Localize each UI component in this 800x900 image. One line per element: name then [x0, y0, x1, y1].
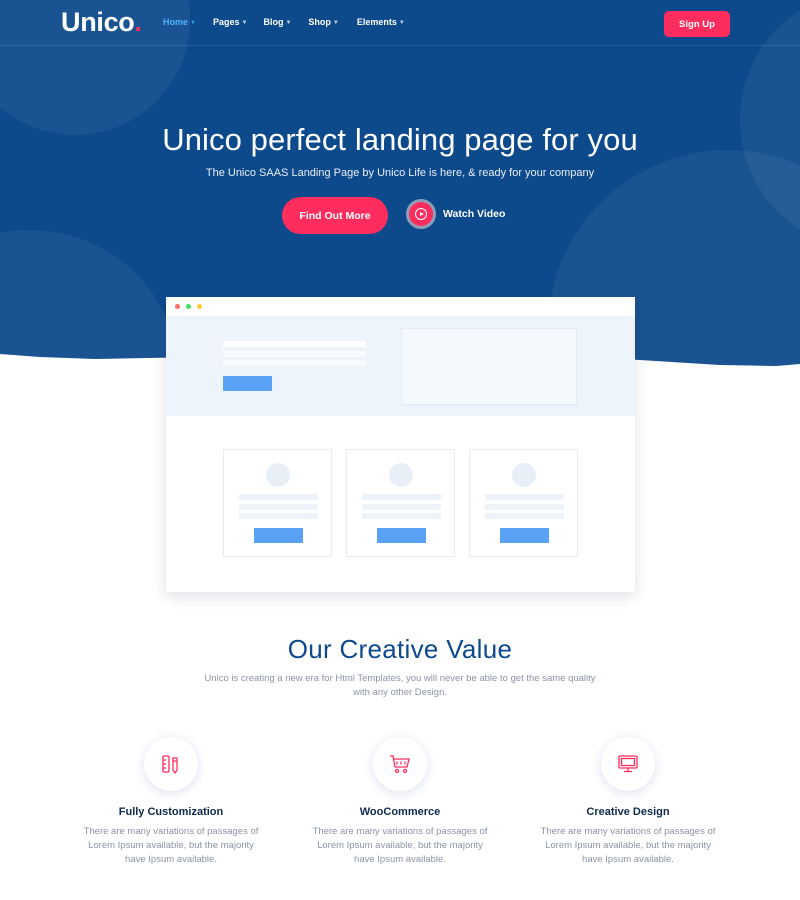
monitor-icon	[601, 737, 655, 791]
nav-item-label: Shop	[308, 17, 331, 27]
play-icon	[406, 199, 436, 229]
nav-item-label: Elements	[356, 17, 397, 27]
pencil-ruler-icon	[144, 737, 198, 791]
nav-item-home[interactable]: Home ▼	[163, 17, 196, 27]
decorative-circle	[0, 230, 180, 366]
feature-text: There are many variations of passages of…	[540, 826, 716, 865]
mockup-card	[223, 449, 332, 557]
mockup-avatar	[389, 463, 413, 487]
mockup-text-line	[485, 494, 564, 500]
mockup-text-line	[362, 504, 441, 510]
feature-card-customization: Fully Customization There are many varia…	[71, 737, 271, 867]
brand-dot: .	[134, 7, 143, 37]
mockup-hero-area	[166, 316, 635, 416]
window-dot-red	[175, 304, 180, 309]
chevron-down-icon: ▼	[285, 20, 292, 26]
nav-item-blog[interactable]: Blog ▼	[263, 17, 291, 27]
main-nav: Home ▼ Pages ▼ Blog ▼ Shop ▼ Elements ▼	[163, 17, 405, 27]
mockup-text-line	[362, 494, 441, 500]
mockup-title-bar	[166, 297, 635, 316]
nav-item-label: Pages	[212, 17, 240, 27]
brand-name: Unico	[61, 7, 135, 37]
feature-text: There are many variations of passages of…	[312, 826, 488, 865]
mockup-button	[254, 528, 303, 543]
mockup-image-placeholder	[401, 328, 577, 405]
section-title: Our Creative Value	[287, 634, 513, 664]
mockup-text-line	[485, 504, 564, 510]
mockup-text-line	[362, 513, 441, 519]
feature-card-creative-design: Creative Design There are many variation…	[528, 737, 728, 867]
find-out-more-button[interactable]: Find Out More	[282, 197, 388, 234]
window-dot-yellow	[197, 304, 202, 309]
mockup-text-line	[239, 504, 318, 510]
feature-text: There are many variations of passages of…	[83, 826, 259, 865]
mockup-text-line	[239, 494, 318, 500]
mockup-button	[500, 528, 549, 543]
section-description: Unico is creating a new era for Html Tem…	[204, 673, 596, 698]
watch-video-button[interactable]: Watch Video	[406, 199, 505, 229]
watch-video-label: Watch Video	[443, 208, 506, 220]
chevron-down-icon: ▼	[190, 20, 196, 26]
mockup-avatar	[512, 463, 536, 487]
hero-title: Unico perfect landing page for you	[162, 122, 638, 157]
mockup-card	[346, 449, 455, 557]
nav-item-pages[interactable]: Pages ▼	[213, 17, 247, 27]
mockup-avatar	[266, 463, 290, 487]
nav-item-elements[interactable]: Elements ▼	[357, 17, 405, 27]
feature-title: Creative Design	[586, 806, 670, 818]
feature-card-woocommerce: WooCommerce There are many variations of…	[300, 737, 500, 867]
feature-title: WooCommerce	[359, 806, 441, 818]
window-dot-green	[186, 304, 191, 309]
mockup-button	[377, 528, 426, 543]
sign-up-button[interactable]: Sign Up	[664, 11, 730, 37]
nav-item-label: Blog	[263, 17, 284, 27]
mockup-text-line	[223, 360, 366, 366]
mockup-text-line	[223, 341, 366, 347]
nav-item-shop[interactable]: Shop ▼	[308, 17, 338, 27]
chevron-down-icon: ▼	[332, 20, 339, 26]
mockup-button	[223, 376, 272, 391]
feature-title: Fully Customization	[118, 806, 224, 818]
shopping-cart-icon	[373, 737, 427, 791]
brand-logo[interactable]: Unico.	[61, 7, 142, 38]
chevron-down-icon: ▼	[398, 20, 405, 26]
nav-item-label: Home	[163, 17, 189, 27]
chevron-down-icon: ▼	[241, 20, 248, 26]
browser-mockup-illustration	[166, 297, 635, 592]
mockup-text-line	[485, 513, 564, 519]
nav-divider	[0, 45, 800, 46]
mockup-text-line	[223, 351, 366, 357]
mockup-card	[469, 449, 578, 557]
mockup-text-line	[239, 513, 318, 519]
hero-subtitle: The Unico SAAS Landing Page by Unico Lif…	[205, 167, 595, 179]
